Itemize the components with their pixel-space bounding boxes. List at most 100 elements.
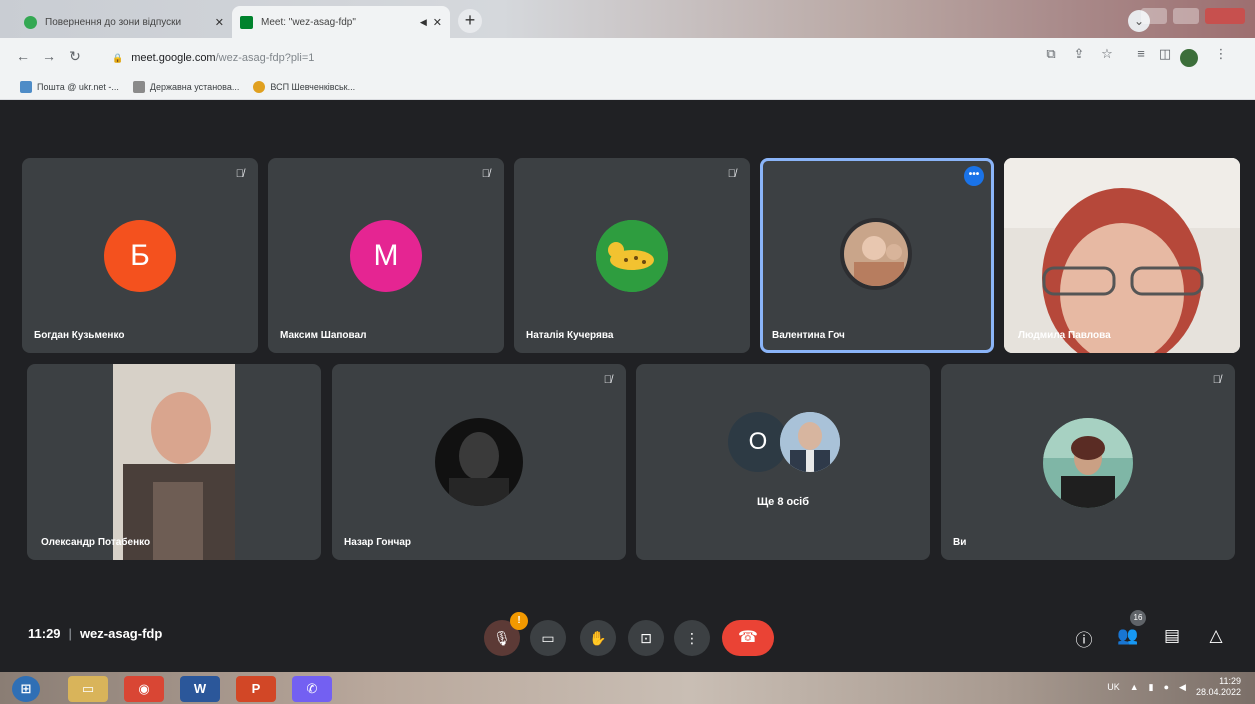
participant-tile-active[interactable]: ••• Валентина Гоч [760, 158, 994, 353]
browser-tab-inactive[interactable]: Повернення до зони відпуски ✕ [16, 6, 232, 38]
system-tray: UK ▲ ▮ ● ◀ 11:29 28.04.2022 [1107, 676, 1241, 698]
network-icon[interactable]: ▮ [1149, 682, 1154, 693]
participant-tile[interactable]: 🎙̸ Б Богдан Кузьменко [22, 158, 258, 353]
powerpoint-icon[interactable]: P [236, 676, 276, 702]
participant-name: Олександр Потабенко [41, 537, 151, 548]
tray-arrow-icon[interactable]: ▲ [1130, 682, 1139, 692]
clock[interactable]: 11:29 28.04.2022 [1196, 676, 1241, 698]
others-tile[interactable]: О Ще 8 осіб [636, 364, 930, 560]
speaker-icon[interactable]: ◀ [420, 17, 427, 28]
avatar: М [350, 220, 422, 292]
participant-name: Назар Гончар [344, 537, 411, 548]
bookmark-item[interactable]: Пошта @ ukr.net -... [20, 80, 119, 93]
avatar: О [728, 412, 788, 472]
avatar [435, 418, 523, 506]
volume-icon[interactable]: ◀ [1179, 682, 1186, 693]
chrome-icon[interactable]: ◉ [124, 676, 164, 702]
bookmarks-bar: Пошта @ ukr.net -... Державна установа..… [0, 74, 1255, 100]
close-tab-icon[interactable]: ✕ [433, 16, 442, 29]
participant-tile[interactable]: 🎙̸ Наталія Кучерява [514, 158, 750, 353]
participant-tile[interactable]: 🎙̸ М Максим Шаповал [268, 158, 504, 353]
mic-warning-badge: ! [510, 612, 528, 630]
viber-icon[interactable]: ✆ [292, 676, 332, 702]
forward-icon[interactable]: → [36, 48, 62, 64]
more-options-icon[interactable]: ⋮ [674, 620, 710, 656]
language-indicator[interactable]: UK [1107, 682, 1120, 692]
browser-tab-active[interactable]: Meet: "wez-asag-fdp" ◀ ✕ [232, 6, 450, 38]
participant-name: Ви [953, 537, 967, 548]
mail-icon [20, 80, 32, 93]
leopard-avatar-icon [596, 220, 668, 292]
menu-kebab-icon[interactable]: ⋮ [1210, 46, 1232, 62]
avatar [1043, 418, 1133, 508]
participant-name: Максим Шаповал [280, 330, 367, 341]
self-tile[interactable]: 🎙̸ Ви [941, 364, 1235, 560]
photo-avatar-icon [844, 222, 908, 286]
profile-avatar[interactable] [1180, 49, 1198, 67]
mic-muted-icon: 🎙̸ [727, 168, 736, 180]
activities-icon[interactable]: △ [1204, 626, 1228, 646]
present-screen-button[interactable]: ⊡ [628, 620, 664, 656]
participant-name: Наталія Кучерява [526, 330, 614, 341]
tray-app-icon[interactable]: ● [1164, 682, 1169, 692]
photo-avatar-icon [435, 418, 523, 506]
camera-toggle-button[interactable]: ▭ [530, 620, 566, 656]
reading-list-icon[interactable]: ≡ [1130, 46, 1152, 61]
windows-taskbar: ⊞ ▭ ◉ W P ✆ UK ▲ ▮ ● ◀ 11:29 28.04.2022 [0, 672, 1255, 704]
tab-title: Meet: "wez-asag-fdp" [261, 16, 356, 28]
maximize-button[interactable] [1173, 8, 1199, 24]
tab-title: Повернення до зони відпуски [45, 16, 182, 28]
meeting-time: 11:29 [28, 626, 61, 641]
bookmark-star-icon[interactable]: ☆ [1096, 46, 1118, 62]
avatar [596, 220, 668, 292]
browser-tab-bar: Повернення до зони відпуски ✕ Meet: "wez… [0, 0, 1255, 38]
minimize-button[interactable] [1141, 8, 1167, 24]
new-tab-button[interactable]: + [458, 9, 482, 33]
meeting-details-icon[interactable]: ⓘ [1072, 626, 1096, 651]
mic-muted-icon: 🎙̸ [1212, 374, 1221, 386]
participant-name: Валентина Гоч [772, 330, 845, 341]
photo-avatar-icon [1043, 418, 1133, 508]
translate-icon[interactable]: ⧉ [1040, 46, 1062, 62]
close-tab-icon[interactable]: ✕ [215, 16, 224, 29]
reload-icon[interactable]: ↻ [62, 48, 88, 65]
leave-call-button[interactable]: ☎ [722, 620, 774, 656]
participant-name: Богдан Кузьменко [34, 330, 125, 341]
start-button[interactable]: ⊞ [12, 676, 40, 702]
raise-hand-button[interactable]: ✋ [580, 620, 616, 656]
window-controls [1141, 8, 1245, 24]
people-count-badge: 16 [1130, 610, 1146, 626]
meeting-info: 11:29 | wez-asag-fdp [28, 626, 163, 641]
bookmark-favicon-icon [253, 80, 266, 93]
photo-avatar-icon [780, 412, 840, 472]
more-options-button[interactable]: ••• [964, 166, 984, 186]
file-explorer-icon[interactable]: ▭ [68, 676, 108, 702]
participant-video-tile[interactable]: Людмила Павлова [1004, 158, 1240, 353]
mic-muted-icon: 🎙̸ [235, 168, 244, 180]
avatar: Б [104, 220, 176, 292]
side-panel-icon[interactable]: ◫ [1154, 46, 1176, 62]
others-count-label: Ще 8 осіб [756, 496, 810, 508]
close-window-button[interactable] [1205, 8, 1245, 24]
participant-video-tile[interactable]: Олександр Потабенко [27, 364, 321, 560]
url-host: meet.google.com [131, 52, 216, 64]
lock-icon[interactable]: 🔒 [112, 53, 123, 64]
people-icon[interactable]: 👥 [1116, 626, 1140, 646]
url-bar[interactable]: 🔒 meet.google.com /wez-asag-fdp?pli=1 [102, 45, 1032, 71]
url-path: /wez-asag-fdp?pli=1 [215, 52, 315, 64]
participant-name: Людмила Павлова [1018, 330, 1111, 341]
meeting-controls-bar: 11:29 | wez-asag-fdp 🎙 ! ▭ ✋ ⊡ ⋮ ☎ ⓘ 16 … [0, 606, 1255, 666]
meet-favicon-icon [240, 15, 253, 29]
bookmark-favicon-icon [132, 80, 145, 93]
word-icon[interactable]: W [180, 676, 220, 702]
chat-icon[interactable]: ▤ [1160, 626, 1184, 646]
mic-muted-icon: 🎙̸ [481, 168, 490, 180]
share-icon[interactable]: ⇪ [1068, 46, 1090, 62]
tab-favicon-icon [24, 15, 37, 29]
bookmark-item[interactable]: ВСП Шевченківськ... [253, 80, 355, 93]
back-icon[interactable]: ← [10, 48, 36, 64]
participant-tile[interactable]: 🎙̸ Назар Гончар [332, 364, 626, 560]
bookmark-item[interactable]: Державна установа... [132, 80, 239, 93]
mic-muted-icon: 🎙̸ [603, 374, 612, 386]
avatar [840, 218, 912, 290]
